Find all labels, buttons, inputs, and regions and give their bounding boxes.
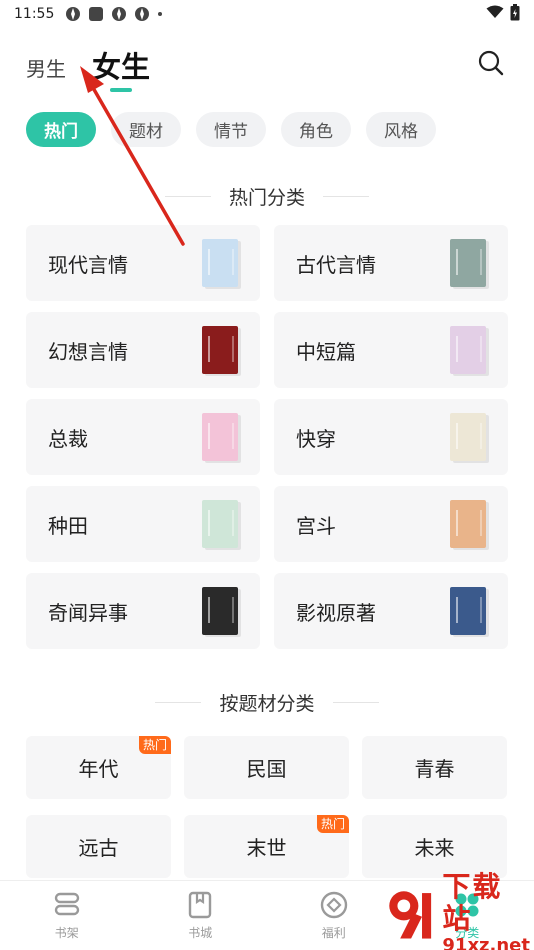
nav-label: 书架 bbox=[54, 926, 79, 940]
divider bbox=[155, 701, 202, 703]
hot-section-header: 热门分类 bbox=[0, 182, 534, 210]
app-notification-icon bbox=[133, 6, 150, 23]
genre-card-tv-originals[interactable]: 影视原著 bbox=[274, 573, 508, 649]
tab-female[interactable]: 女生 bbox=[92, 44, 150, 92]
genre-label: 影视原著 bbox=[296, 600, 376, 625]
divider bbox=[323, 195, 369, 197]
nav-welfare[interactable]: 福利 bbox=[267, 881, 401, 950]
welfare-icon bbox=[319, 890, 349, 920]
theme-card-youth[interactable]: 青春 bbox=[362, 736, 507, 799]
wifi-icon bbox=[486, 5, 504, 23]
theme-label: 末世 bbox=[246, 836, 287, 860]
book-cover-image bbox=[450, 239, 486, 287]
genre-label: 幻想言情 bbox=[48, 339, 128, 364]
bottom-navigation: 书架 书城 福利 分类 bbox=[0, 880, 534, 950]
book-cover-image bbox=[202, 326, 238, 374]
app-notification-icon bbox=[110, 6, 127, 23]
app-notification-icon bbox=[64, 6, 81, 23]
genre-card-strange-tales[interactable]: 奇闻异事 bbox=[26, 573, 260, 649]
genre-card-farming[interactable]: 种田 bbox=[26, 486, 260, 562]
theme-label: 年代 bbox=[78, 757, 119, 781]
status-bar: 11:55 bbox=[0, 0, 534, 28]
active-tab-indicator bbox=[110, 88, 132, 92]
theme-card-ancient[interactable]: 远古 bbox=[26, 815, 171, 878]
chip-theme[interactable]: 题材 bbox=[111, 112, 181, 147]
more-notifications-dot bbox=[158, 12, 163, 16]
nav-label: 福利 bbox=[321, 926, 346, 940]
theme-label: 未来 bbox=[414, 836, 455, 860]
nav-label: 书城 bbox=[188, 926, 213, 940]
book-cover-image bbox=[202, 413, 238, 461]
chip-style[interactable]: 风格 bbox=[366, 112, 436, 147]
nav-label: 分类 bbox=[455, 926, 480, 940]
theme-label: 民国 bbox=[246, 757, 287, 781]
theme-label: 远古 bbox=[78, 836, 119, 860]
nav-bookstore[interactable]: 书城 bbox=[134, 881, 268, 950]
genre-card-palace-intrigue[interactable]: 宫斗 bbox=[274, 486, 508, 562]
theme-grid: 年代 热门 民国 青春 远古 末世 热门 未来 bbox=[26, 736, 508, 878]
book-cover-image bbox=[202, 239, 238, 287]
genre-label: 中短篇 bbox=[296, 339, 356, 364]
nav-category[interactable]: 分类 bbox=[401, 881, 534, 950]
chip-plot[interactable]: 情节 bbox=[196, 112, 266, 147]
genre-card-modern-romance[interactable]: 现代言情 bbox=[26, 225, 260, 301]
category-icon bbox=[452, 890, 482, 920]
book-cover-image bbox=[450, 500, 486, 548]
genre-label: 奇闻异事 bbox=[48, 600, 128, 625]
genre-card-fantasy-romance[interactable]: 幻想言情 bbox=[26, 312, 260, 388]
battery-icon bbox=[510, 3, 520, 25]
divider bbox=[332, 701, 379, 703]
theme-section-title: 按题材分类 bbox=[219, 692, 315, 715]
genre-card-ceo[interactable]: 总裁 bbox=[26, 399, 260, 475]
hot-badge: 热门 bbox=[316, 815, 349, 833]
hot-genre-grid: 现代言情 古代言情 幻想言情 中短篇 总裁 快穿 种田 宫斗 奇闻异事 影视原著 bbox=[26, 225, 508, 649]
genre-card-short-stories[interactable]: 中短篇 bbox=[274, 312, 508, 388]
bookshelf-icon bbox=[52, 890, 82, 920]
theme-card-republic[interactable]: 民国 bbox=[184, 736, 349, 799]
search-icon bbox=[478, 50, 504, 76]
status-system-icons bbox=[486, 3, 520, 25]
theme-card-apocalypse[interactable]: 末世 热门 bbox=[184, 815, 349, 878]
genre-card-quick-transmigration[interactable]: 快穿 bbox=[274, 399, 508, 475]
genre-label: 宫斗 bbox=[296, 513, 336, 538]
divider bbox=[164, 195, 211, 197]
search-button[interactable] bbox=[476, 48, 506, 78]
genre-label: 总裁 bbox=[48, 426, 88, 451]
bookstore-icon bbox=[185, 890, 215, 920]
hot-badge: 热门 bbox=[138, 736, 171, 754]
genre-label: 种田 bbox=[48, 513, 88, 538]
book-cover-image bbox=[450, 587, 486, 635]
app-square-icon bbox=[87, 6, 104, 23]
status-time: 11:55 bbox=[14, 6, 55, 22]
tab-male[interactable]: 男生 bbox=[26, 53, 66, 92]
book-cover-image bbox=[202, 587, 238, 635]
tab-female-label: 女生 bbox=[92, 50, 151, 84]
chip-hot[interactable]: 热门 bbox=[26, 112, 96, 147]
gender-tabs: 男生 女生 bbox=[26, 42, 150, 92]
status-notification-icons bbox=[64, 6, 163, 23]
hot-section-title: 热门分类 bbox=[228, 186, 305, 209]
theme-card-era[interactable]: 年代 热门 bbox=[26, 736, 171, 799]
category-filter-tabs: 热门 题材 情节 角色 风格 bbox=[26, 112, 436, 147]
theme-label: 青春 bbox=[414, 757, 455, 781]
book-cover-image bbox=[450, 413, 486, 461]
book-cover-image bbox=[202, 500, 238, 548]
chip-role[interactable]: 角色 bbox=[281, 112, 351, 147]
genre-label: 现代言情 bbox=[48, 252, 128, 277]
theme-section-header: 按题材分类 bbox=[0, 688, 534, 716]
nav-bookshelf[interactable]: 书架 bbox=[0, 881, 134, 950]
theme-card-future[interactable]: 未来 bbox=[362, 815, 507, 878]
genre-card-ancient-romance[interactable]: 古代言情 bbox=[274, 225, 508, 301]
book-cover-image bbox=[450, 326, 486, 374]
genre-label: 快穿 bbox=[296, 426, 336, 451]
genre-label: 古代言情 bbox=[296, 252, 376, 277]
